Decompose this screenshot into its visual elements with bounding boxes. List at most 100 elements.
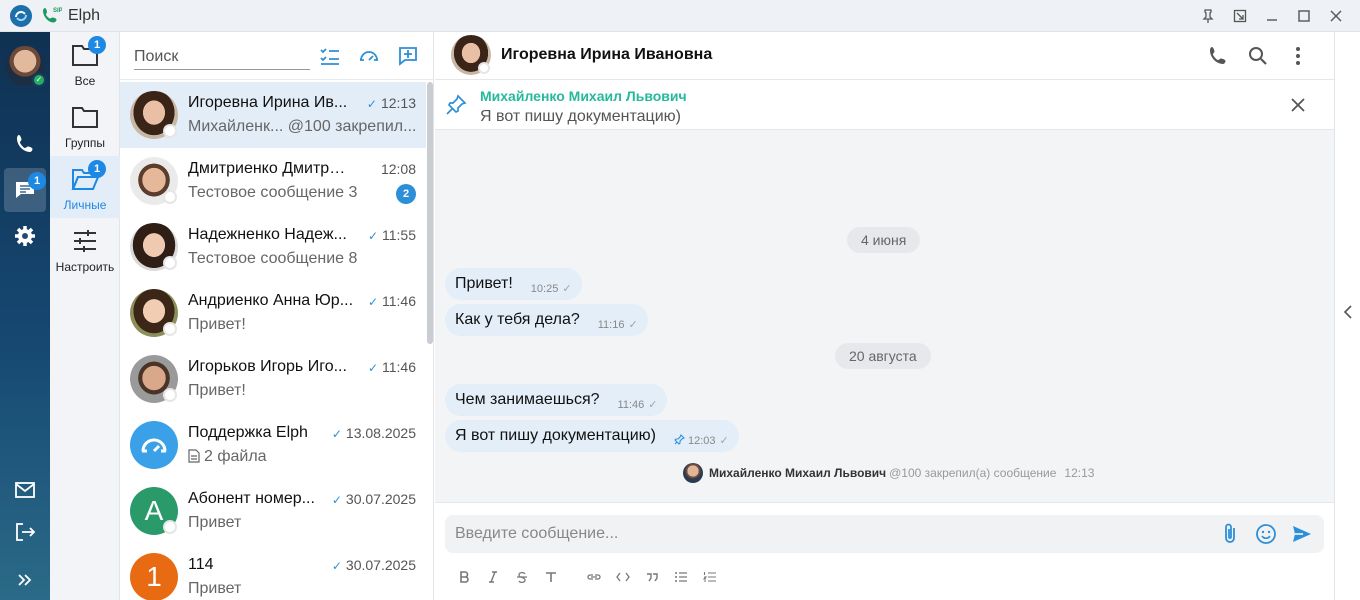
chat-title: Игоревна Ирина Ивановна	[501, 46, 713, 63]
chat-list-scrollbar[interactable]	[427, 82, 433, 344]
close-pin-icon[interactable]	[1290, 97, 1306, 113]
message-bubble[interactable]: Как у тебя дела? 11:16 ✓	[445, 304, 648, 336]
my-avatar[interactable]: ✓	[5, 46, 46, 87]
support-headset-icon	[141, 438, 167, 453]
folder-icon	[72, 107, 98, 128]
svg-text:SIP: SIP	[53, 8, 62, 14]
chat-name: Игорьков Игорь Иго...	[188, 358, 347, 375]
bullet-list-icon[interactable]	[666, 567, 695, 587]
chat-name: Надежненко Надеж...	[188, 226, 347, 243]
message-time: 11:16 ✓	[597, 318, 638, 331]
presence-indicator	[163, 388, 177, 402]
pin-icon	[446, 94, 467, 115]
search-icon[interactable]	[1246, 44, 1270, 68]
folder-groups[interactable]: Группы	[50, 94, 120, 156]
app-title: Elph	[68, 6, 101, 24]
chats-nav-icon[interactable]: 1	[4, 168, 46, 212]
send-icon[interactable]	[1290, 522, 1314, 546]
chat-time: ✓ 30.07.2025	[331, 491, 416, 507]
navigation-rail: ✓ 1	[0, 32, 50, 600]
chat-name: Игоревна Ирина Ив...	[188, 94, 348, 111]
mail-icon[interactable]	[0, 468, 50, 512]
maximize-icon[interactable]	[1288, 0, 1320, 32]
support-headset-icon[interactable]	[357, 44, 381, 68]
chat-time: ✓ 30.07.2025	[331, 557, 416, 573]
presence-indicator	[163, 520, 177, 534]
chat-item[interactable]: Поддержка Elph ✓ 13.08.2025 2 файла	[120, 412, 426, 478]
select-chats-icon[interactable]	[318, 44, 342, 68]
quote-icon[interactable]	[637, 567, 666, 587]
chat-item[interactable]: 1 114 ✓ 30.07.2025 Привет	[120, 544, 426, 600]
app-logo-icon	[10, 4, 32, 27]
presence-indicator	[163, 322, 177, 336]
chat-time: ✓ 12:13	[366, 95, 416, 111]
chat-item[interactable]: Игоревна Ирина Ив... ✓ 12:13 Михайленк...…	[120, 82, 426, 148]
chat-preview: Привет	[188, 580, 242, 597]
attach-icon[interactable]	[1218, 522, 1242, 546]
chat-preview: Привет	[188, 514, 242, 531]
call-icon[interactable]	[1206, 44, 1230, 68]
message-bubble[interactable]: Привет! 10:25 ✓	[445, 268, 582, 300]
chat-item[interactable]: A Абонент номер... ✓ 30.07.2025 Привет	[120, 478, 426, 544]
message-input[interactable]	[445, 515, 1324, 553]
system-message-author: Михайленко Михаил Львович	[709, 466, 887, 480]
read-check-icon: ✓	[331, 427, 342, 441]
more-menu-icon[interactable]	[1286, 44, 1310, 68]
chat-preview: Михайленк... @100 закрепил...	[188, 118, 417, 135]
read-check-icon: ✓	[628, 318, 638, 331]
message-text: Как у тебя дела?	[455, 311, 580, 328]
code-icon[interactable]	[608, 567, 637, 587]
chat-name: Андриенко Анна Юр...	[188, 292, 354, 309]
folder-all-label: Все	[74, 74, 96, 88]
read-check-icon: ✓	[648, 398, 658, 411]
settings-gear-icon[interactable]	[0, 214, 50, 258]
message-text: Чем занимаешься?	[455, 391, 600, 408]
chat-item[interactable]: Андриенко Анна Юр... ✓ 11:46 Привет!	[120, 280, 426, 346]
search-input[interactable]	[134, 44, 310, 70]
unread-count-badge: 2	[396, 184, 416, 204]
chat-item[interactable]: Игорьков Игорь Иго... ✓ 11:46 Привет!	[120, 346, 426, 412]
calls-nav-icon[interactable]	[0, 122, 50, 166]
format-toolbar	[449, 567, 724, 587]
chat-list: Игоревна Ирина Ив... ✓12:13 Михайленк...…	[120, 32, 434, 600]
chat-item[interactable]: Дмитриенко Дмитрий ... 12:08 Тестовое со…	[120, 148, 426, 214]
minimize-icon[interactable]	[1256, 0, 1288, 32]
link-icon[interactable]	[579, 567, 608, 587]
italic-icon[interactable]	[478, 567, 507, 587]
chat-preview: Тестовое сообщение 8	[188, 250, 358, 267]
folder-column: 1 Все Группы 1 Личные Настроить	[50, 32, 120, 600]
close-window-icon[interactable]	[1320, 0, 1352, 32]
pin-window-icon[interactable]	[1192, 0, 1224, 32]
chat-time: 12:08	[380, 161, 416, 177]
new-chat-icon[interactable]	[396, 44, 420, 68]
chat-item[interactable]: Надежненко Надеж... ✓ 11:55 Тестовое сооб…	[120, 214, 426, 280]
composer	[435, 502, 1334, 600]
folder-customize[interactable]: Настроить	[50, 218, 120, 280]
expand-sidebar-icon[interactable]	[0, 558, 50, 600]
message-bubble[interactable]: Чем занимаешься? 11:46 ✓	[445, 384, 668, 416]
strikethrough-icon[interactable]	[507, 567, 536, 587]
folder-all[interactable]: 1 Все	[50, 32, 120, 94]
compact-window-icon[interactable]	[1224, 0, 1256, 32]
text-format-icon[interactable]	[536, 567, 565, 587]
chats-unread-badge: 1	[28, 172, 46, 190]
read-check-icon: ✓	[366, 97, 377, 111]
chat-time: ✓ 11:55	[367, 227, 416, 243]
read-check-icon: ✓	[331, 493, 342, 507]
bold-icon[interactable]	[449, 567, 478, 587]
folder-all-badge: 1	[88, 36, 106, 54]
emoji-icon[interactable]	[1254, 522, 1278, 546]
message-bubble[interactable]: Я вот пишу документацию) 12:03 ✓	[445, 420, 739, 452]
folder-personal-badge: 1	[88, 160, 106, 178]
presence-indicator	[163, 124, 177, 138]
chat-name: Абонент номер...	[188, 490, 315, 507]
logout-icon[interactable]	[0, 510, 50, 554]
folder-personal[interactable]: 1 Личные	[50, 156, 120, 218]
chat-panel: Игоревна Ирина Ивановна Михайленко Михаи…	[435, 32, 1334, 600]
system-message-time: 12:13	[1064, 466, 1095, 480]
read-check-icon: ✓	[562, 282, 572, 295]
date-separator: 20 августа	[835, 343, 931, 369]
numbered-list-icon[interactable]	[695, 567, 724, 587]
right-panel-toggle[interactable]	[1334, 32, 1360, 600]
pinned-message-bar[interactable]: Михайленко Михаил Львович Я вот пишу док…	[435, 80, 1334, 130]
